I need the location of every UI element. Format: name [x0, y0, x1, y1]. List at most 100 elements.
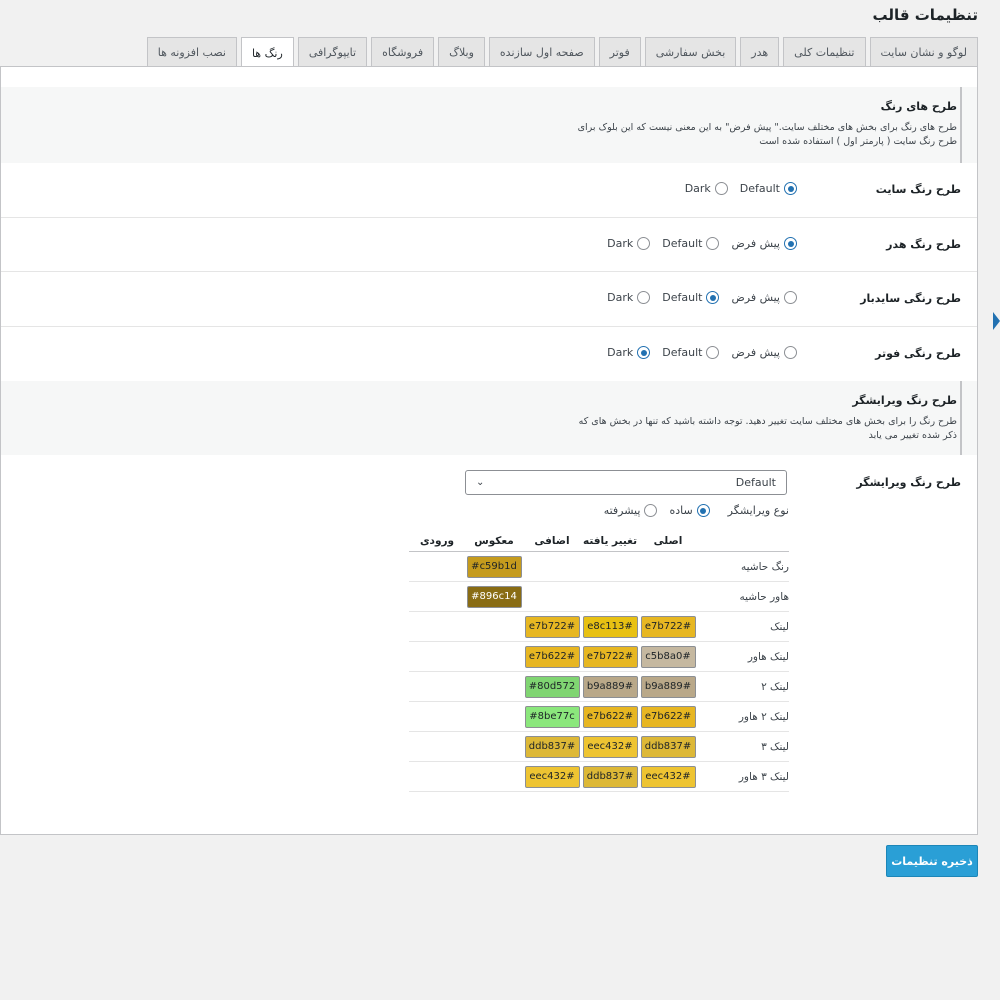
color-swatch-input[interactable]: e7b622#	[640, 705, 696, 728]
tab-custom-section[interactable]: بخش سفارشی	[644, 37, 737, 67]
color-swatch-input[interactable]: #896c14	[466, 585, 522, 608]
color-cell: eec432#	[581, 735, 639, 758]
radio-site-dark[interactable]: Dark	[685, 182, 728, 195]
radio-button[interactable]	[706, 291, 720, 304]
table-row: لینک e7b722# e8c113# e7b722#	[409, 612, 789, 642]
table-row: لینک ۳ هاور eec432# ddb837# eec432#	[409, 762, 789, 792]
save-settings-button[interactable]: ذخیره تنظیمات	[886, 845, 978, 877]
collapse-arrow-icon[interactable]	[993, 312, 1000, 330]
radio-label: Dark	[607, 237, 634, 250]
color-swatch-input[interactable]: c5b8a0#	[640, 645, 696, 668]
tab-general[interactable]: تنظیمات کلی	[783, 37, 866, 67]
color-swatch-input[interactable]: eec432#	[524, 765, 580, 788]
color-cell: eec432#	[639, 765, 697, 788]
color-swatch-input[interactable]: ddb837#	[524, 735, 580, 758]
section-title: طرح رنگ ویرایشگر	[852, 394, 957, 407]
tab-footer[interactable]: فوتر	[598, 37, 641, 67]
radio-button[interactable]	[637, 237, 651, 250]
radio-label: پیش فرض	[731, 346, 780, 359]
color-swatch-input[interactable]: eec432#	[640, 765, 696, 788]
table-row: لینک ۳ ddb837# eec432# ddb837#	[409, 732, 789, 762]
color-cell: e7b622#	[523, 645, 581, 668]
radio-footer-dark[interactable]: Dark	[607, 346, 651, 359]
radio-header-dark[interactable]: Dark	[607, 237, 651, 250]
site-scheme-radios: Default Dark	[673, 182, 797, 195]
color-swatch-input[interactable]: c59b1d#	[466, 555, 522, 578]
color-cell: ddb837#	[523, 735, 581, 758]
radio-button[interactable]	[644, 504, 658, 517]
tab-front-page-builder[interactable]: صفحه اول سازنده	[488, 37, 595, 67]
radio-label: Default	[662, 346, 703, 359]
color-cell: b9a889#	[581, 675, 639, 698]
color-swatch-input[interactable]: eec432#	[582, 735, 638, 758]
tab-shop[interactable]: فروشگاه	[371, 37, 435, 67]
radio-header-default[interactable]: Default	[662, 237, 720, 250]
radio-button[interactable]	[706, 237, 720, 250]
radio-button[interactable]	[637, 346, 651, 359]
color-row-label: لینک ۲ هاور	[738, 710, 789, 723]
color-swatch-input[interactable]: e7b722#	[524, 615, 580, 638]
color-cell: e7b622#	[581, 705, 639, 728]
footer-scheme-label: طرح رنگی فوتر	[875, 347, 961, 360]
radio-editor-simple[interactable]: ساده	[669, 504, 710, 517]
section-divider	[960, 381, 962, 455]
color-cell: b9a889#	[639, 675, 697, 698]
color-swatch-input[interactable]: e7b622#	[524, 645, 580, 668]
radio-label: Default	[662, 237, 703, 250]
tab-typography[interactable]: تایپوگرافی	[297, 37, 368, 67]
header-input: ورودی	[419, 534, 455, 547]
table-row: هاور حاشیه #896c14	[409, 582, 789, 612]
color-swatch-input[interactable]: e8c113#	[582, 615, 638, 638]
sidebar-scheme-radios: پیش فرض Default Dark	[595, 291, 797, 304]
color-swatch-input[interactable]: e7b722#	[640, 615, 696, 638]
radio-label: ساده	[669, 504, 693, 517]
tab-install-plugins[interactable]: نصب افزونه ها	[146, 37, 237, 67]
color-swatch-input[interactable]: b9a889#	[582, 675, 638, 698]
tab-header[interactable]: هدر	[740, 37, 780, 67]
section-title: طرح های رنگ	[880, 100, 957, 113]
site-scheme-label: طرح رنگ سایت	[875, 183, 961, 196]
radio-footer-default-fa[interactable]: پیش فرض	[731, 346, 797, 359]
radio-label: پیش فرض	[731, 237, 780, 250]
header-inverse: معکوس	[474, 534, 514, 547]
radio-footer-default[interactable]: Default	[662, 346, 720, 359]
radio-button[interactable]	[784, 346, 797, 359]
radio-site-default[interactable]: Default	[740, 182, 797, 195]
header-changed: تغییر یافته	[582, 534, 638, 547]
radio-label: Dark	[607, 291, 634, 304]
header-extra: اضافی	[534, 534, 570, 547]
color-swatch-input[interactable]: e7b622#	[582, 705, 638, 728]
editor-scheme-label: طرح رنگ ویرایشگر	[856, 476, 961, 489]
radio-sidebar-dark[interactable]: Dark	[607, 291, 651, 304]
color-swatch-input[interactable]: #8be77c	[524, 705, 580, 728]
editor-scheme-select[interactable]: Default ⌄	[465, 470, 787, 495]
color-schemes-section-header: طرح های رنگ طرح های رنگ برای بخش های مخت…	[1, 87, 977, 163]
radio-label: Dark	[684, 182, 711, 195]
table-row: لینک ۲ b9a889# b9a889# #80d572	[409, 672, 789, 702]
color-swatch-input[interactable]: ddb837#	[640, 735, 696, 758]
color-swatch-input[interactable]: #80d572	[524, 675, 580, 698]
radio-editor-advanced[interactable]: پیشرفته	[604, 504, 658, 517]
radio-header-default-fa[interactable]: پیش فرض	[731, 237, 797, 250]
tab-logo[interactable]: لوگو و نشان سایت	[869, 37, 978, 67]
color-row-label: لینک ۳ هاور	[738, 770, 789, 783]
section-description-line: طرح های رنگ برای بخش های مختلف سایت." پی…	[577, 122, 957, 133]
color-swatch-input[interactable]: ddb837#	[582, 765, 638, 788]
radio-button[interactable]	[784, 237, 797, 250]
radio-button[interactable]	[637, 291, 651, 304]
color-swatch-input[interactable]: b9a889#	[640, 675, 696, 698]
radio-button[interactable]	[706, 346, 720, 359]
site-scheme-row: طرح رنگ سایت Default Dark	[1, 163, 977, 218]
header-scheme-radios: پیش فرض Default Dark	[595, 237, 797, 250]
tab-blog[interactable]: وبلاگ	[438, 37, 485, 67]
color-table: اصلی تغییر یافته اضافی معکوس ورودی رنگ ح…	[409, 530, 789, 792]
radio-button[interactable]	[714, 182, 728, 195]
tab-colors[interactable]: رنگ ها	[240, 37, 294, 68]
radio-sidebar-default[interactable]: Default	[662, 291, 720, 304]
chevron-down-icon: ⌄	[476, 477, 485, 488]
radio-sidebar-default-fa[interactable]: پیش فرض	[731, 291, 797, 304]
radio-button[interactable]	[784, 291, 797, 304]
radio-button[interactable]	[696, 504, 710, 517]
color-swatch-input[interactable]: e7b722#	[582, 645, 638, 668]
radio-button[interactable]	[784, 182, 797, 195]
